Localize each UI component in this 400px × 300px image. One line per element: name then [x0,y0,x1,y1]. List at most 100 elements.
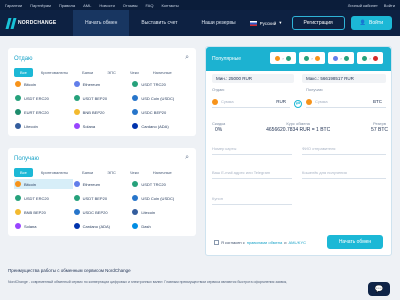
aml-kyc-link[interactable]: AML/KYC [288,240,306,245]
give-tab-all[interactable]: Все [14,68,33,77]
top-link-partners[interactable]: Партнёрам [30,3,51,8]
popular-pair-chip[interactable]: › [299,52,325,64]
get-tab-banks[interactable]: Банки [76,168,99,177]
get-tab-checks[interactable]: Чеки [124,168,145,177]
give-currency-item[interactable]: EURT ERC20 [14,107,73,117]
main-nav: Начать обмен Выставить счет Наши резервы [73,10,248,36]
give-currency-item[interactable]: USD Coin (USDC) [131,93,190,103]
swap-icon[interactable]: ⇄ [294,100,302,108]
currency-name: Litecoin [141,209,156,215]
get-currency-item[interactable]: Solana [14,221,73,231]
register-button[interactable]: Регистрация [291,16,345,30]
top-link-guarantees[interactable]: Гарантии [5,3,22,8]
wallet-input[interactable]: Кошелёк для получения [302,167,386,179]
give-tab-banks[interactable]: Банки [76,68,99,77]
get-amount-input[interactable]: Сумма BTC [306,96,386,108]
get-currency-item[interactable]: USDT ERC20 [14,193,73,203]
get-tab-all[interactable]: Все [14,168,33,177]
get-tab-eps[interactable]: ЭПС [101,168,122,177]
language-selector[interactable]: Русский ▾ [249,20,282,26]
currency-name: USD Coin (USDC) [141,95,175,101]
give-amount-input[interactable]: Сумма RUR [212,96,290,108]
nav-invoice[interactable]: Выставить счет [129,10,189,36]
search-icon[interactable]: ⌕ [185,54,189,62]
get-currency-item[interactable]: Litecoin [131,207,190,217]
get-currency-item[interactable]: Cardano (ADA) [73,221,132,231]
top-link-contacts[interactable]: Контакты [161,3,178,8]
get-amount-placeholder: Сумма [315,99,328,104]
login-button[interactable]: 👤 Войти [350,16,392,30]
top-link-aml[interactable]: AML [83,3,91,8]
agree-checkbox[interactable] [214,240,219,245]
card-number-input[interactable]: Номер карты [212,143,292,155]
get-tab-crypto[interactable]: Криптовалюты [35,168,74,177]
give-currency-item[interactable]: Litecoin [14,121,73,131]
start-exchange-button[interactable]: Начать обмен [327,235,383,249]
arrow-right-icon: › [369,55,371,61]
coin-icon [73,81,80,87]
email-telegram-input[interactable]: Ваш E-mail адрес или Telegram [212,167,292,179]
logo[interactable]: NORDCHANGE [5,17,65,29]
give-currency-item[interactable]: Cardano (ADA) [131,121,190,131]
top-link-reviews[interactable]: Отзывы [123,3,138,8]
nav-reserves[interactable]: Наши резервы [190,10,248,36]
top-link-account[interactable]: Личный кабинет [348,3,378,8]
currency-name: USDT TRC20 [141,81,166,87]
coin-icon [132,95,139,101]
get-currency-item[interactable]: USDT TRC20 [131,179,190,189]
sender-name-input[interactable]: ФИО отправителя [302,143,386,155]
give-tab-cash[interactable]: Наличные [147,68,178,77]
reserve-stat: Резерв 57 BTC [371,121,388,133]
get-currency-item[interactable]: USDC BEP20 [73,207,132,217]
coin-icon [15,109,21,115]
coin-icon [132,223,139,229]
get-currency-item[interactable]: USDT BEP20 [73,193,132,203]
get-currency-item[interactable]: Dash [131,221,190,231]
coin-icon [132,209,139,215]
nav-start-exchange[interactable]: Начать обмен [73,10,130,36]
search-icon[interactable]: ⌕ [185,154,189,162]
currency-name: USDC BEP20 [82,209,108,215]
coupon-placeholder: Купон [212,196,223,201]
coin-icon [132,195,139,201]
get-currency-item[interactable]: Bitcoin [14,179,73,189]
top-link-rules[interactable]: Правила [59,3,75,8]
language-label: Русский [259,20,277,26]
wallet-placeholder: Кошелёк для получения [302,170,347,175]
get-currency-item[interactable]: Ethereum [73,179,132,189]
give-currency-item[interactable]: BNB BEP20 [73,107,132,117]
give-currency-item[interactable]: Solana [73,121,132,131]
exchange-form: Популярные › › › › Мин.: 25000 RUR Макс.: 5… [205,46,392,256]
chat-icon[interactable]: 💬 [368,282,390,296]
reserve-value: 57 BTC [371,127,388,133]
rules-link[interactable]: правилами обмена [247,240,282,245]
give-currency-item[interactable]: USDT BEP20 [73,93,132,103]
get-panel: Получаю ⌕ Все Криптовалюты Банки ЭПС Чек… [8,148,196,236]
popular-pair-chip[interactable]: › [328,52,354,64]
agree-text: Я согласен с [221,240,245,245]
top-link-login[interactable]: Войти [384,3,395,8]
give-tab-eps[interactable]: ЭПС [101,68,122,77]
top-link-faq[interactable]: FAQ [145,3,153,8]
coupon-input[interactable]: Купон [212,193,292,205]
discount-stat: Скидка 0% [212,121,225,133]
give-tab-checks[interactable]: Чеки [124,68,145,77]
give-currency-item[interactable]: USDC BEP20 [131,107,190,117]
popular-pair-chip[interactable]: › [270,52,296,64]
get-currency-item[interactable]: USD Coin (USDC) [131,193,190,203]
arrow-right-icon: › [311,55,313,61]
arrow-right-icon: › [340,55,342,61]
card-number-placeholder: Номер карты [212,146,237,151]
give-tab-crypto[interactable]: Криптовалюты [35,68,74,77]
get-currency-item[interactable]: BNB BEP20 [14,207,73,217]
currency-name: BNB BEP20 [82,109,105,115]
popular-pair-chip[interactable]: › [357,52,383,64]
currency-name: USD Coin (USDC) [141,195,175,201]
give-currency-item[interactable]: Ethereum [73,79,132,89]
give-currency-item[interactable]: USDT TRC20 [131,79,190,89]
get-tab-cash[interactable]: Наличные [147,168,178,177]
agree-row: Я согласен с правилами обмена и AML/KYC [214,240,306,245]
give-currency-item[interactable]: Bitcoin [14,79,73,89]
give-currency-item[interactable]: USDT ERC20 [14,93,73,103]
top-link-news[interactable]: Новости [99,3,114,8]
